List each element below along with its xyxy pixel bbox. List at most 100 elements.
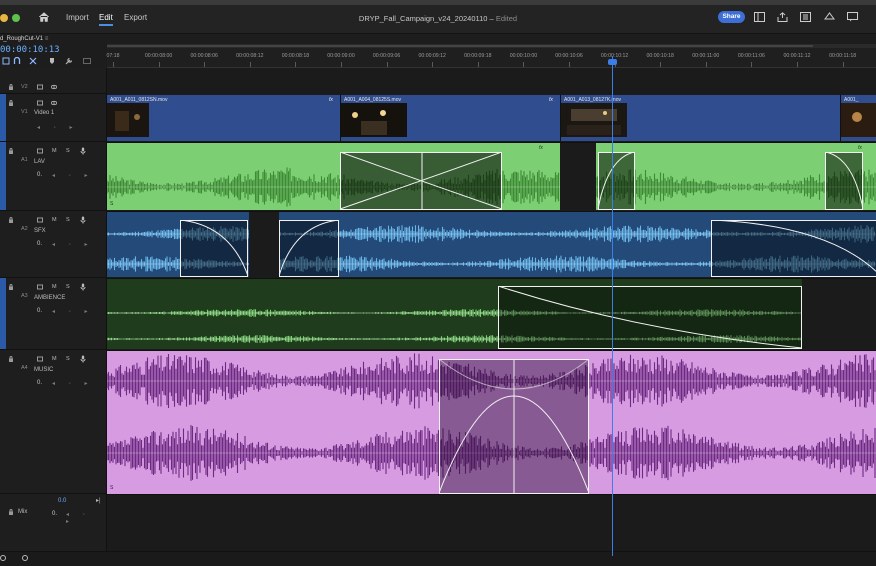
lock-icon[interactable] xyxy=(8,84,14,90)
timeline-zoom-bar[interactable] xyxy=(0,551,876,566)
mix-label: Mix xyxy=(18,509,28,515)
workspace-panel-icon[interactable] xyxy=(754,12,765,22)
mix-value[interactable]: 0.0 xyxy=(58,498,66,504)
clip-marker: S xyxy=(110,201,114,207)
track-volume[interactable]: 0. xyxy=(37,380,42,386)
lock-icon[interactable] xyxy=(8,284,14,290)
clip-thumbnail xyxy=(341,103,407,137)
track-name[interactable]: SFX xyxy=(34,228,46,234)
time-ruler[interactable]: 07:18 00:00:08:00 00:00:08:06 00:00:08:12 00… xyxy=(107,44,876,68)
fx-badge[interactable]: fx xyxy=(549,97,553,103)
sync-lock-icon[interactable] xyxy=(37,284,43,290)
solo-button[interactable]: S xyxy=(66,356,70,362)
track-header-a2[interactable]: A2 M S SFX 0. ◂ ◦ ▸ xyxy=(0,211,107,278)
video-clip[interactable]: A001_A013_08127K.mov xyxy=(560,95,840,141)
wrench-settings-icon[interactable] xyxy=(65,57,73,65)
track-name[interactable]: LAV xyxy=(34,159,45,165)
source-patch-a3[interactable] xyxy=(0,278,6,349)
track-header-a4[interactable]: A4 M S MUSIC 0. ◂ ◦ ▸ xyxy=(0,350,107,494)
ruler-tick-label: 00:00:10:00 xyxy=(509,53,538,59)
crossfade-transition[interactable] xyxy=(340,152,502,210)
keyframe-nav[interactable]: ◂ ◦ ▸ xyxy=(37,124,78,131)
captions-icon[interactable] xyxy=(83,57,91,65)
keyframe-nav[interactable]: ◂ ◦ ▸ xyxy=(52,172,93,179)
export-share-icon[interactable] xyxy=(777,12,788,22)
video-clip[interactable]: A001_A011_0812SN.mov fx xyxy=(107,95,340,141)
timeline-lanes[interactable]: A001_A011_0812SN.mov fx A001_A004_08125S… xyxy=(107,68,876,556)
microphone-icon[interactable] xyxy=(80,147,86,155)
fade-out-transition[interactable] xyxy=(180,220,248,277)
quick-export-icon[interactable] xyxy=(800,12,811,22)
track-volume[interactable]: 0. xyxy=(37,172,42,178)
zoom-handle-left[interactable] xyxy=(0,555,6,561)
track-name[interactable]: Video 1 xyxy=(34,110,54,116)
solo-button[interactable]: S xyxy=(66,217,70,223)
fade-out-transition[interactable] xyxy=(498,286,802,349)
mix-volume[interactable]: 0. xyxy=(52,511,57,517)
solo-button[interactable]: S xyxy=(66,148,70,154)
lock-icon[interactable] xyxy=(8,356,14,362)
track-name[interactable]: AMBIENCE xyxy=(34,295,65,301)
sync-lock-icon[interactable] xyxy=(37,356,43,362)
video-clip[interactable]: A001_ xyxy=(840,95,876,141)
keyframe-nav[interactable]: ◂ ◦ ▸ xyxy=(52,241,93,248)
share-button[interactable]: Share xyxy=(718,11,745,23)
track-header-a3[interactable]: A3 M S AMBIENCE 0. ◂ ◦ ▸ xyxy=(0,278,107,350)
track-volume[interactable]: 0. xyxy=(37,308,42,314)
fade-out-transition[interactable] xyxy=(711,220,876,277)
mute-button[interactable]: M xyxy=(52,217,57,223)
source-patch-a1[interactable] xyxy=(0,142,6,210)
fx-badge[interactable]: fx xyxy=(858,145,862,151)
sync-lock-icon[interactable] xyxy=(37,217,43,223)
fade-out-transition[interactable] xyxy=(825,152,863,210)
sync-lock-icon[interactable] xyxy=(37,84,43,90)
eye-icon[interactable] xyxy=(51,100,57,106)
keyframe-nav[interactable]: ◂ ◦ ▸ xyxy=(52,380,93,387)
fade-in-transition[interactable] xyxy=(598,152,635,210)
zoom-scrollbar[interactable] xyxy=(107,44,876,48)
snap-magnet-icon[interactable] xyxy=(13,57,21,65)
sync-lock-icon[interactable] xyxy=(37,148,43,154)
mute-button[interactable]: M xyxy=(52,148,57,154)
add-marker-icon[interactable] xyxy=(48,57,56,65)
video-clip[interactable]: A001_A004_08125S.mov fx xyxy=(340,95,560,141)
cloud-icon[interactable] xyxy=(824,12,835,22)
keyframe-nav[interactable]: ◂ ◦ ▸ xyxy=(52,308,93,315)
mute-button[interactable]: M xyxy=(52,284,57,290)
solo-button[interactable]: S xyxy=(66,284,70,290)
linked-selection-icon[interactable] xyxy=(29,57,37,65)
track-header-v2[interactable]: V2 xyxy=(0,80,107,94)
playhead-line[interactable] xyxy=(612,56,613,556)
lock-icon[interactable] xyxy=(8,148,14,154)
feedback-icon[interactable] xyxy=(847,12,858,22)
go-to-end-icon[interactable]: ▸| xyxy=(96,497,101,504)
source-patch-v1[interactable] xyxy=(0,94,6,141)
fade-in-transition[interactable] xyxy=(279,220,339,277)
mix-track-header[interactable]: 0.0 ▸| Mix 0. ◂ ◦ ▸ xyxy=(0,497,107,527)
zoom-handle-right[interactable] xyxy=(22,555,28,561)
lock-icon[interactable] xyxy=(8,100,14,106)
track-name[interactable]: MUSIC xyxy=(34,367,53,373)
crossfade-transition[interactable] xyxy=(439,359,589,494)
microphone-icon[interactable] xyxy=(80,216,86,224)
eye-icon[interactable] xyxy=(51,84,57,90)
sequence-tab-menu-icon[interactable]: ≡ xyxy=(45,36,49,42)
microphone-icon[interactable] xyxy=(80,283,86,291)
track-header-v1[interactable]: V1 Video 1 ◂ ◦ ▸ xyxy=(0,94,107,142)
fx-badge[interactable]: fx xyxy=(329,97,333,103)
lock-icon[interactable] xyxy=(8,509,14,515)
ruler-tick xyxy=(432,62,434,67)
microphone-icon[interactable] xyxy=(80,355,86,363)
ruler-tick-label: 00:00:10:06 xyxy=(555,53,583,59)
mute-button[interactable]: M xyxy=(52,356,57,362)
track-header-a1[interactable]: A1 M S LAV 0. ◂ ◦ ▸ xyxy=(0,142,107,211)
keyframe-nav[interactable]: ◂ ◦ ▸ xyxy=(66,511,107,525)
sequence-tab[interactable]: d_RoughCut-V1 ≡ xyxy=(0,34,106,44)
track-volume[interactable]: 0. xyxy=(37,241,42,247)
fx-badge[interactable]: fx xyxy=(539,145,543,151)
insert-sequence-icon[interactable] xyxy=(2,57,10,65)
lock-icon[interactable] xyxy=(8,217,14,223)
playhead-timecode[interactable]: 00:00:10:13 xyxy=(0,45,60,55)
sync-lock-icon[interactable] xyxy=(37,100,43,106)
playhead-handle[interactable] xyxy=(608,59,617,65)
